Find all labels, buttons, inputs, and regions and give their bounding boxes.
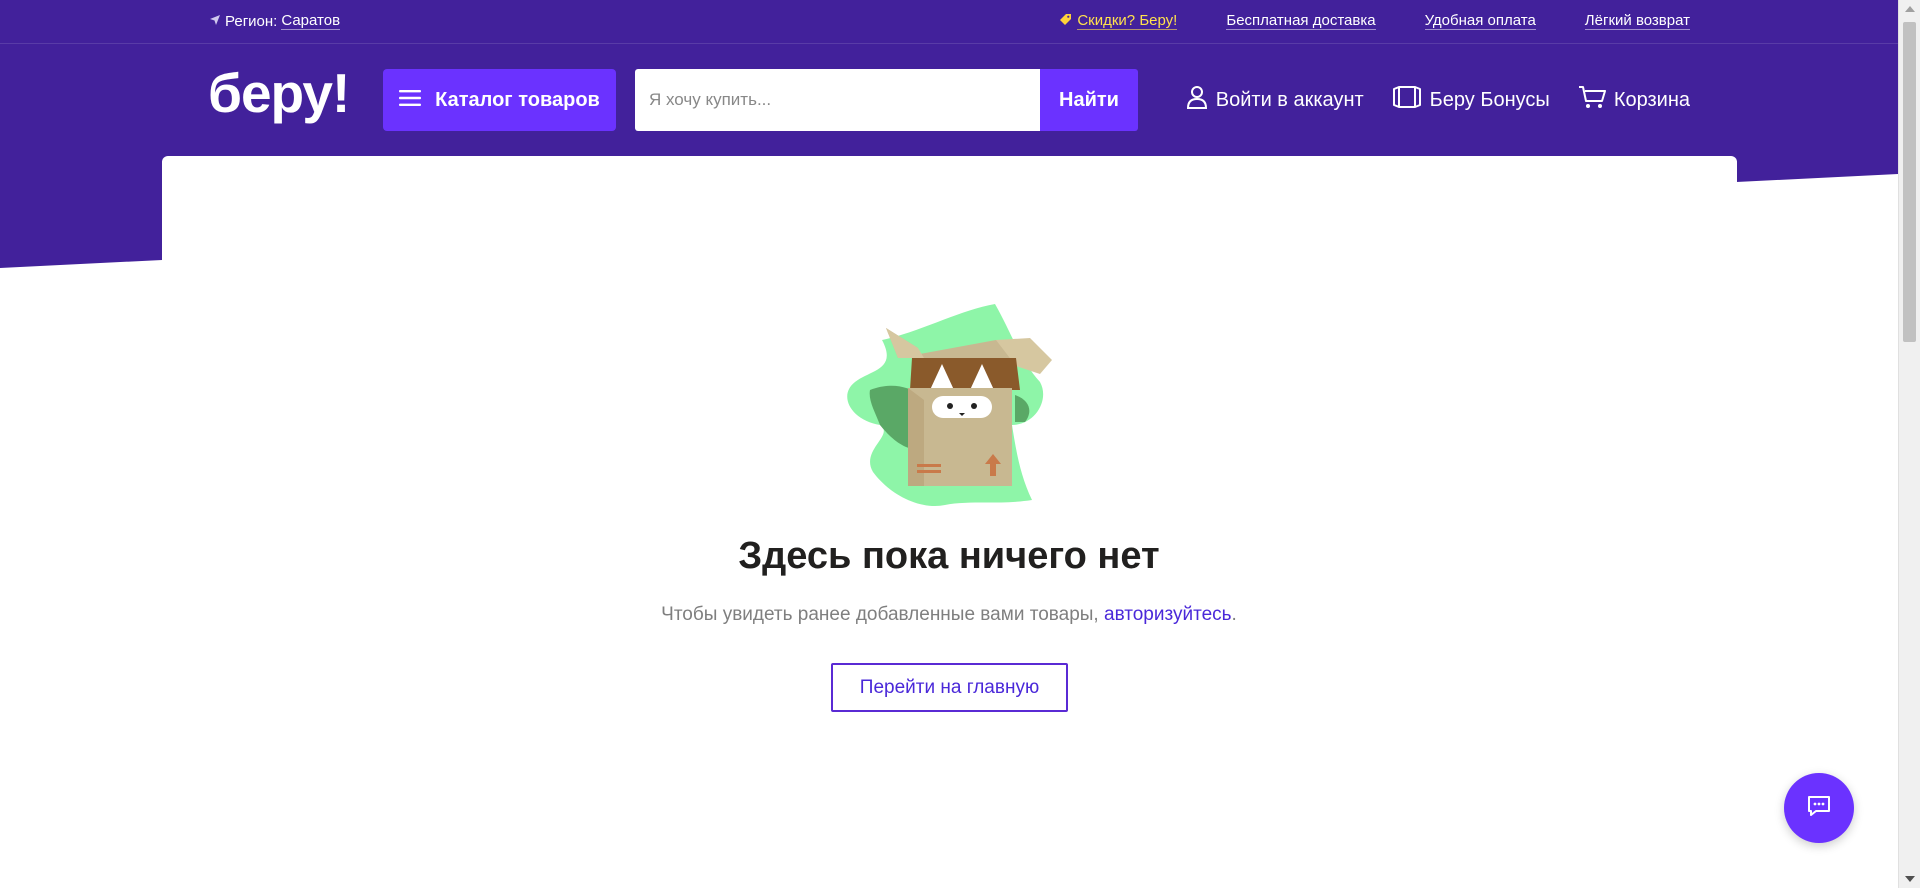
cart-icon <box>1578 85 1606 115</box>
subtitle-text: Чтобы увидеть ранее добавленные вами тов… <box>661 604 1099 625</box>
region-label: Регион: <box>225 12 278 30</box>
empty-state-subtitle: Чтобы увидеть ранее добавленные вами тов… <box>0 604 1898 626</box>
cart-link[interactable]: Корзина <box>1578 85 1690 115</box>
bonus-link[interactable]: Беру Бонусы <box>1392 85 1550 115</box>
chat-icon <box>1806 794 1832 823</box>
user-icon <box>1186 85 1208 115</box>
region-selector[interactable]: Регион: Саратов <box>209 12 341 30</box>
scroll-down-icon[interactable] <box>1905 876 1915 882</box>
bonus-card-icon <box>1392 85 1422 115</box>
top-bar: Регион: Саратов Скидки? Беру! Бесплатная… <box>0 0 1898 44</box>
main-header: беру! Каталог товаров Найти Войти в акка… <box>0 43 1898 155</box>
search-button[interactable]: Найти <box>1040 69 1138 131</box>
bonus-label: Беру Бонусы <box>1429 88 1550 111</box>
sale-label: Скидки? Беру! <box>1077 12 1178 30</box>
scrollbar-thumb[interactable] <box>1903 22 1916 342</box>
sale-link[interactable]: Скидки? Беру! <box>1059 12 1178 30</box>
login-label: Войти в аккаунт <box>1215 88 1364 111</box>
catalog-label: Каталог товаров <box>435 88 600 111</box>
top-links: Скидки? Беру! Бесплатная доставка Удобна… <box>1059 12 1690 30</box>
region-value[interactable]: Саратов <box>281 12 341 30</box>
hamburger-icon <box>399 89 422 112</box>
content-card <box>162 156 1737 888</box>
logo[interactable]: беру! <box>208 62 350 124</box>
cart-label: Корзина <box>1613 88 1690 111</box>
subtitle-period: . <box>1231 604 1237 625</box>
chat-button[interactable] <box>1784 773 1854 843</box>
tag-icon <box>1059 13 1072 30</box>
user-nav: Войти в аккаунт Беру Бонусы Корзина <box>1186 85 1690 115</box>
go-home-button[interactable]: Перейти на главную <box>831 663 1068 712</box>
return-link[interactable]: Лёгкий возврат <box>1584 12 1690 30</box>
scroll-up-icon[interactable] <box>1905 6 1915 12</box>
search-input[interactable] <box>635 69 1040 131</box>
login-link[interactable]: Войти в аккаунт <box>1186 85 1364 115</box>
catalog-button[interactable]: Каталог товаров <box>383 69 616 131</box>
empty-box-illustration <box>820 300 1080 520</box>
search-bar: Найти <box>635 69 1138 131</box>
location-arrow-icon <box>209 13 221 30</box>
empty-state-title: Здесь пока ничего нет <box>738 535 1160 577</box>
authorize-link[interactable]: авторизуйтесь <box>1104 604 1232 625</box>
page-scrollbar[interactable] <box>1898 0 1920 888</box>
delivery-link[interactable]: Бесплатная доставка <box>1226 12 1376 30</box>
payment-link[interactable]: Удобная оплата <box>1424 12 1536 30</box>
